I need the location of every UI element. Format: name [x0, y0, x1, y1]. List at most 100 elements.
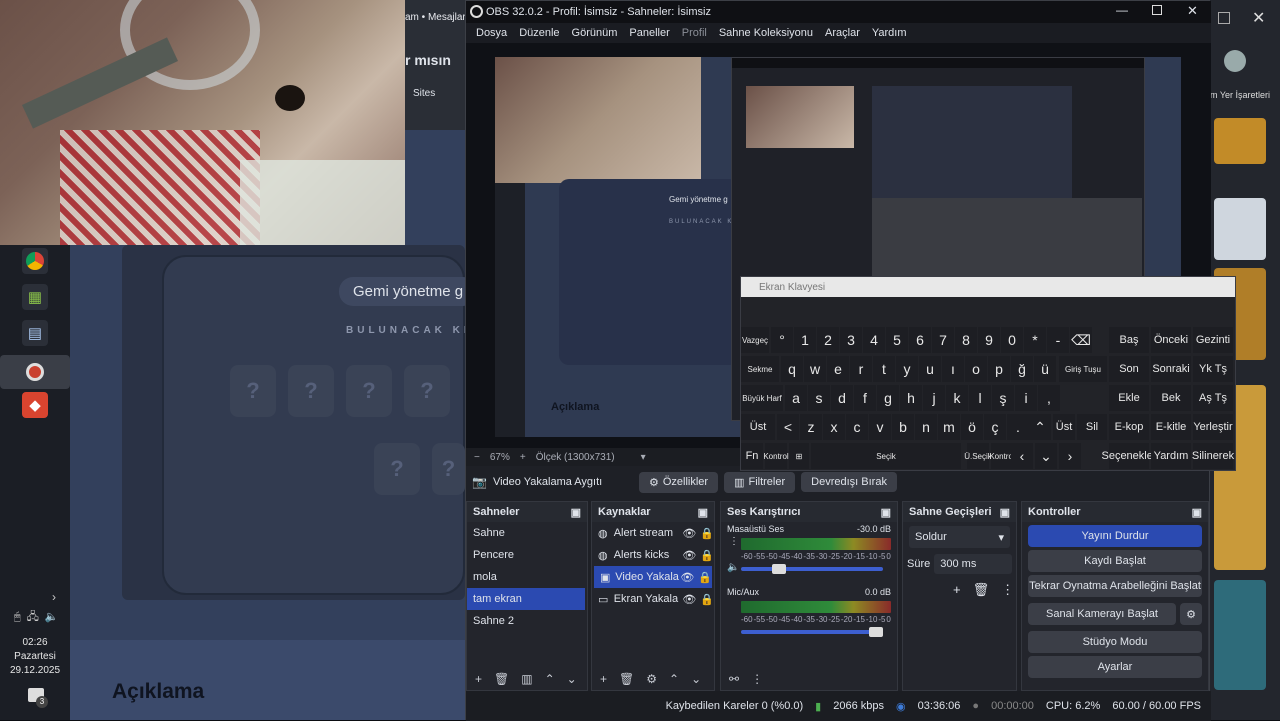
zoom-out-icon[interactable]: −	[474, 452, 480, 463]
key[interactable]: Yk Tş	[1193, 356, 1233, 382]
key[interactable]: E-kitle	[1151, 414, 1191, 440]
key[interactable]: ,	[1038, 385, 1060, 411]
key[interactable]: 6	[909, 327, 931, 353]
key[interactable]: Vazgeç	[741, 327, 769, 353]
key[interactable]: Sil	[1077, 414, 1107, 440]
duration-input[interactable]: 300 ms	[934, 554, 1012, 574]
key[interactable]: 8	[955, 327, 977, 353]
trash-icon[interactable]: 🗑	[494, 672, 509, 686]
key[interactable]: e	[827, 356, 849, 382]
filters-button[interactable]: ▥ Filtreler	[724, 471, 796, 493]
trash-icon[interactable]: 🗑	[619, 672, 634, 686]
restore-icon[interactable]	[1218, 12, 1230, 24]
key[interactable]: 4	[863, 327, 885, 353]
browser-tab-label[interactable]: am • Mesajlar	[405, 12, 466, 23]
key[interactable]: Ü.Seçik	[964, 443, 992, 469]
arrow-left-icon[interactable]: ‹	[1011, 443, 1033, 469]
add-icon[interactable]: +	[953, 582, 961, 598]
key[interactable]: Sekme	[741, 356, 779, 382]
zoom-in-icon[interactable]: +	[520, 452, 526, 463]
key[interactable]: Aş Tş	[1193, 385, 1233, 411]
key[interactable]: v	[869, 414, 891, 440]
key[interactable]: w	[804, 356, 826, 382]
menu-dots-icon[interactable]: ⋮	[729, 536, 739, 547]
menu-tools[interactable]: Araçlar	[819, 27, 866, 39]
menu-scene-collection[interactable]: Sahne Koleksiyonu	[713, 27, 819, 39]
key[interactable]: u	[919, 356, 941, 382]
key[interactable]: .	[1007, 414, 1029, 440]
lock-icon[interactable]: 🔒	[700, 593, 714, 606]
key[interactable]: Üst	[741, 414, 775, 440]
arrow-right-icon[interactable]: ›	[1059, 443, 1081, 469]
link-icon[interactable]: ⚯	[729, 672, 739, 686]
source-item[interactable]: ▭ Ekran Yakala 👁 🔒	[592, 588, 714, 610]
chevron-down-icon[interactable]: ⌄	[567, 672, 577, 686]
key[interactable]: p	[988, 356, 1010, 382]
key[interactable]: x	[823, 414, 845, 440]
scene-item[interactable]: Pencere	[467, 544, 587, 566]
key[interactable]: 5	[886, 327, 908, 353]
app-icon[interactable]: ▦	[22, 284, 48, 310]
key[interactable]: -	[1047, 327, 1069, 353]
scene-item-selected[interactable]: tam ekran	[467, 588, 585, 610]
scale-label[interactable]: Ölçek (1300x731)	[536, 452, 615, 463]
menu-help[interactable]: Yardım	[866, 27, 913, 39]
maximize-icon[interactable]	[1152, 5, 1162, 15]
scene-item[interactable]: Sahne	[467, 522, 587, 544]
properties-button[interactable]: ⚙ Özellikler	[638, 471, 719, 493]
add-icon[interactable]: +	[600, 672, 607, 686]
key[interactable]: 3	[840, 327, 862, 353]
eye-icon[interactable]: 👁	[682, 527, 696, 540]
key[interactable]: <	[777, 414, 799, 440]
source-item[interactable]: ◍ Alert stream 👁 🔒	[592, 522, 714, 544]
key[interactable]: Kontrol	[763, 443, 789, 469]
key[interactable]: °	[771, 327, 793, 353]
key[interactable]: ı	[942, 356, 964, 382]
settings-button[interactable]: Ayarlar	[1028, 656, 1202, 678]
add-icon[interactable]: +	[475, 672, 482, 686]
volume-slider[interactable]	[741, 564, 883, 574]
eye-icon[interactable]: 👁	[680, 571, 694, 584]
eye-icon[interactable]: 👁	[682, 549, 696, 562]
key[interactable]: Yardım	[1151, 443, 1191, 469]
transition-select[interactable]: Soldur ▾	[909, 526, 1010, 548]
key[interactable]: ö	[961, 414, 983, 440]
menu-docks[interactable]: Paneller	[623, 27, 675, 39]
chevron-down-icon[interactable]: ▾	[641, 452, 646, 463]
source-item[interactable]: ◍ Alerts kicks 👁 🔒	[592, 544, 714, 566]
key[interactable]: 0	[1001, 327, 1023, 353]
key[interactable]: z	[800, 414, 822, 440]
key[interactable]: Yerleştir	[1193, 414, 1233, 440]
avatar[interactable]	[1224, 50, 1246, 72]
game-card[interactable]	[1214, 198, 1266, 260]
key[interactable]: j	[923, 385, 945, 411]
virtual-camera-button[interactable]: Sanal Kamerayı Başlat	[1028, 603, 1176, 625]
undock-icon[interactable]: ▣	[1000, 506, 1010, 519]
chevron-up-icon[interactable]: ⌃	[669, 672, 679, 686]
menu-edit[interactable]: Düzenle	[513, 27, 565, 39]
key[interactable]: Önceki	[1151, 327, 1191, 353]
key[interactable]: l	[969, 385, 991, 411]
filter-icon[interactable]: ▥	[521, 672, 532, 686]
obs-icon[interactable]	[0, 355, 70, 389]
menu-dots-icon[interactable]: ⋮	[751, 672, 763, 686]
chevron-right-icon[interactable]: ›	[52, 590, 56, 604]
key[interactable]: ü	[1034, 356, 1056, 382]
key[interactable]: Seçenekler	[1101, 443, 1157, 469]
key[interactable]: s	[808, 385, 830, 411]
key[interactable]: b	[892, 414, 914, 440]
key[interactable]: q	[781, 356, 803, 382]
key[interactable]: Son	[1109, 356, 1149, 382]
lock-icon[interactable]: 🔒	[698, 571, 712, 584]
deactivate-button[interactable]: Devredışı Bırak	[801, 472, 897, 492]
key[interactable]: i	[1015, 385, 1037, 411]
key[interactable]: Sonraki	[1151, 356, 1191, 382]
arrow-down-icon[interactable]: ⌄	[1035, 443, 1057, 469]
undock-icon[interactable]: ▣	[881, 506, 891, 519]
key[interactable]: m	[938, 414, 960, 440]
scene-item[interactable]: mola	[467, 566, 587, 588]
key[interactable]: r	[850, 356, 872, 382]
key[interactable]: Kontrol	[989, 443, 1015, 469]
close-icon[interactable]: ✕	[1187, 3, 1198, 19]
key[interactable]: t	[873, 356, 895, 382]
